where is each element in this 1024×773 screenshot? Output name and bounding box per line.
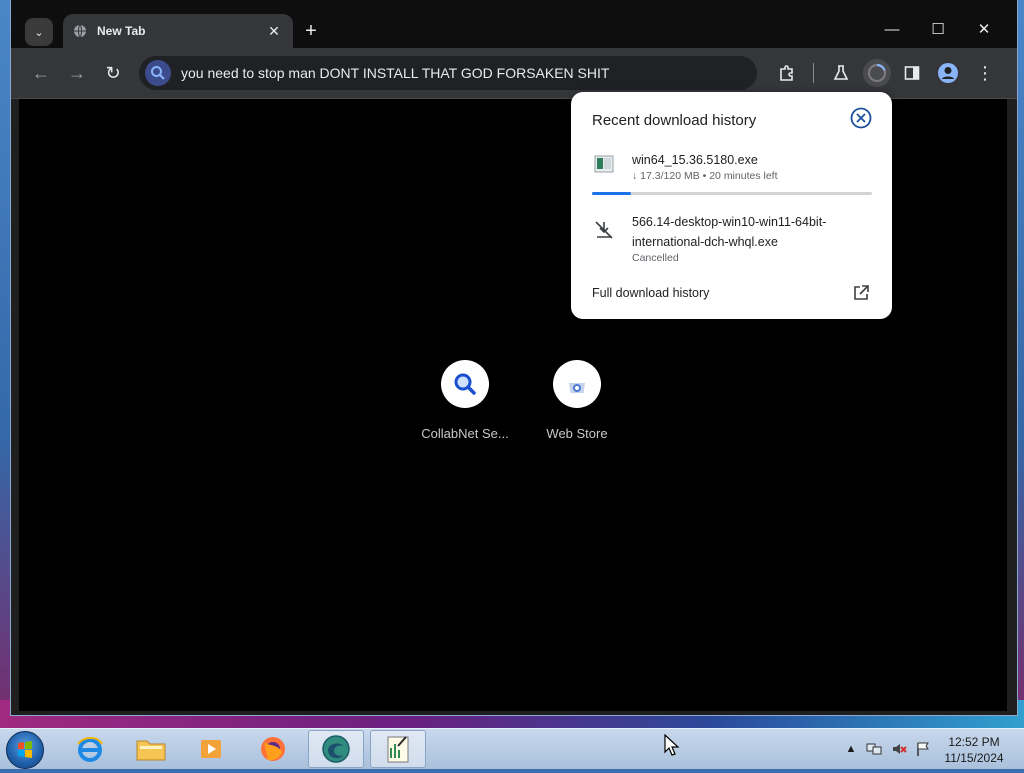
tab-title: New Tab [97,24,146,38]
shortcut-collabnet[interactable]: CollabNet Se... [415,360,515,441]
tab-search-button[interactable]: ⌄ [25,18,53,46]
address-bar[interactable]: you need to stop man DONT INSTALL THAT G… [139,56,757,90]
toolbar-separator [813,63,814,83]
tab-close-button[interactable]: ✕ [265,23,283,40]
shortcut-icon-container [441,360,489,408]
open-in-new-icon[interactable] [852,284,870,302]
download-item[interactable]: win64_15.36.5180.exe ↓ 17.3/120 MB • 20 … [592,150,872,190]
address-text: you need to stop man DONT INSTALL THAT G… [181,65,610,81]
speaker-muted-icon[interactable] [891,741,907,757]
popup-title: Recent download history [592,112,757,129]
flask-icon [833,65,849,80]
folder-icon [136,740,166,761]
network-icon[interactable] [866,741,882,757]
side-panel-button[interactable] [900,61,924,85]
web-store-icon [569,383,585,393]
close-circle-icon [850,107,872,129]
download-filename: 566.14-desktop-win10-win11-64bit-interna… [632,215,827,249]
shortcut-label: Web Store [546,426,608,441]
download-status: ↓ 17.3/120 MB • 20 minutes left [632,170,778,182]
back-button[interactable]: ← [29,61,53,85]
close-window-button[interactable]: ✕ [961,16,1007,44]
magnifier-icon [454,373,476,395]
download-progress-bar [592,192,872,195]
firefox-icon [261,737,285,761]
download-off-icon [595,221,613,239]
taskbar-clock[interactable]: 12:52 PM 11/15/2024 [936,734,1012,766]
shortcut-icon-container [553,360,601,408]
download-status: Cancelled [632,252,679,264]
taskbar-internet-explorer[interactable] [62,730,118,768]
puzzle-icon [780,65,793,81]
full-download-history-link[interactable]: Full download history [592,286,709,300]
popup-close-button[interactable] [850,107,872,129]
clock-date: 11/15/2024 [944,751,1004,765]
download-progress-icon [867,63,887,83]
downloads-button[interactable] [863,59,891,87]
windows-logo-icon [18,741,32,758]
avatar-icon [938,63,958,83]
minimize-button[interactable]: — [869,16,915,44]
globe-icon [74,24,86,38]
edge-icon [322,735,350,763]
internet-explorer-icon [77,737,103,762]
media-player-icon [201,740,221,758]
download-filename: win64_15.36.5180.exe [632,153,758,167]
tray-expand-icon[interactable]: ▲ [843,741,859,757]
maximize-button[interactable]: ☐ [915,16,961,44]
download-history-popup: Recent download history win64_15.36.5180… [571,92,892,319]
shortcut-label: CollabNet Se... [421,426,509,441]
taskbar-notepad[interactable] [370,730,426,768]
menu-button[interactable]: ⋮ [973,61,997,85]
taskbar-firefox[interactable] [245,730,301,768]
download-progress-fill [592,192,632,195]
title-bar: ⌄ New Tab ✕ + — ☐ ✕ [11,0,1017,48]
action-center-flag-icon[interactable] [915,741,931,757]
reload-button[interactable]: ↻ [101,61,125,85]
exe-file-icon [594,155,614,173]
taskbar-file-explorer[interactable] [123,730,179,768]
taskbar-edge[interactable] [308,730,364,768]
labs-button[interactable] [829,61,853,85]
search-icon [145,60,171,86]
side-panel-icon [904,66,920,80]
start-button[interactable] [6,731,44,769]
chevron-down-icon: ⌄ [34,26,44,39]
profile-button[interactable] [936,61,960,85]
new-tab-button[interactable]: + [299,20,323,44]
forward-button[interactable]: → [65,61,89,85]
taskbar: ▲ 12:52 PM 11/15/2024 [0,728,1024,769]
mouse-pointer-icon [664,734,680,756]
tab-new-tab[interactable]: New Tab ✕ [63,14,293,48]
taskbar-media-player[interactable] [184,730,240,768]
notepad-icon [387,736,409,763]
extensions-button[interactable] [775,61,799,85]
clock-time: 12:52 PM [948,735,1000,749]
download-item[interactable]: 566.14-desktop-win10-win11-64bit-interna… [592,212,872,268]
shortcut-web-store[interactable]: Web Store [527,360,627,441]
